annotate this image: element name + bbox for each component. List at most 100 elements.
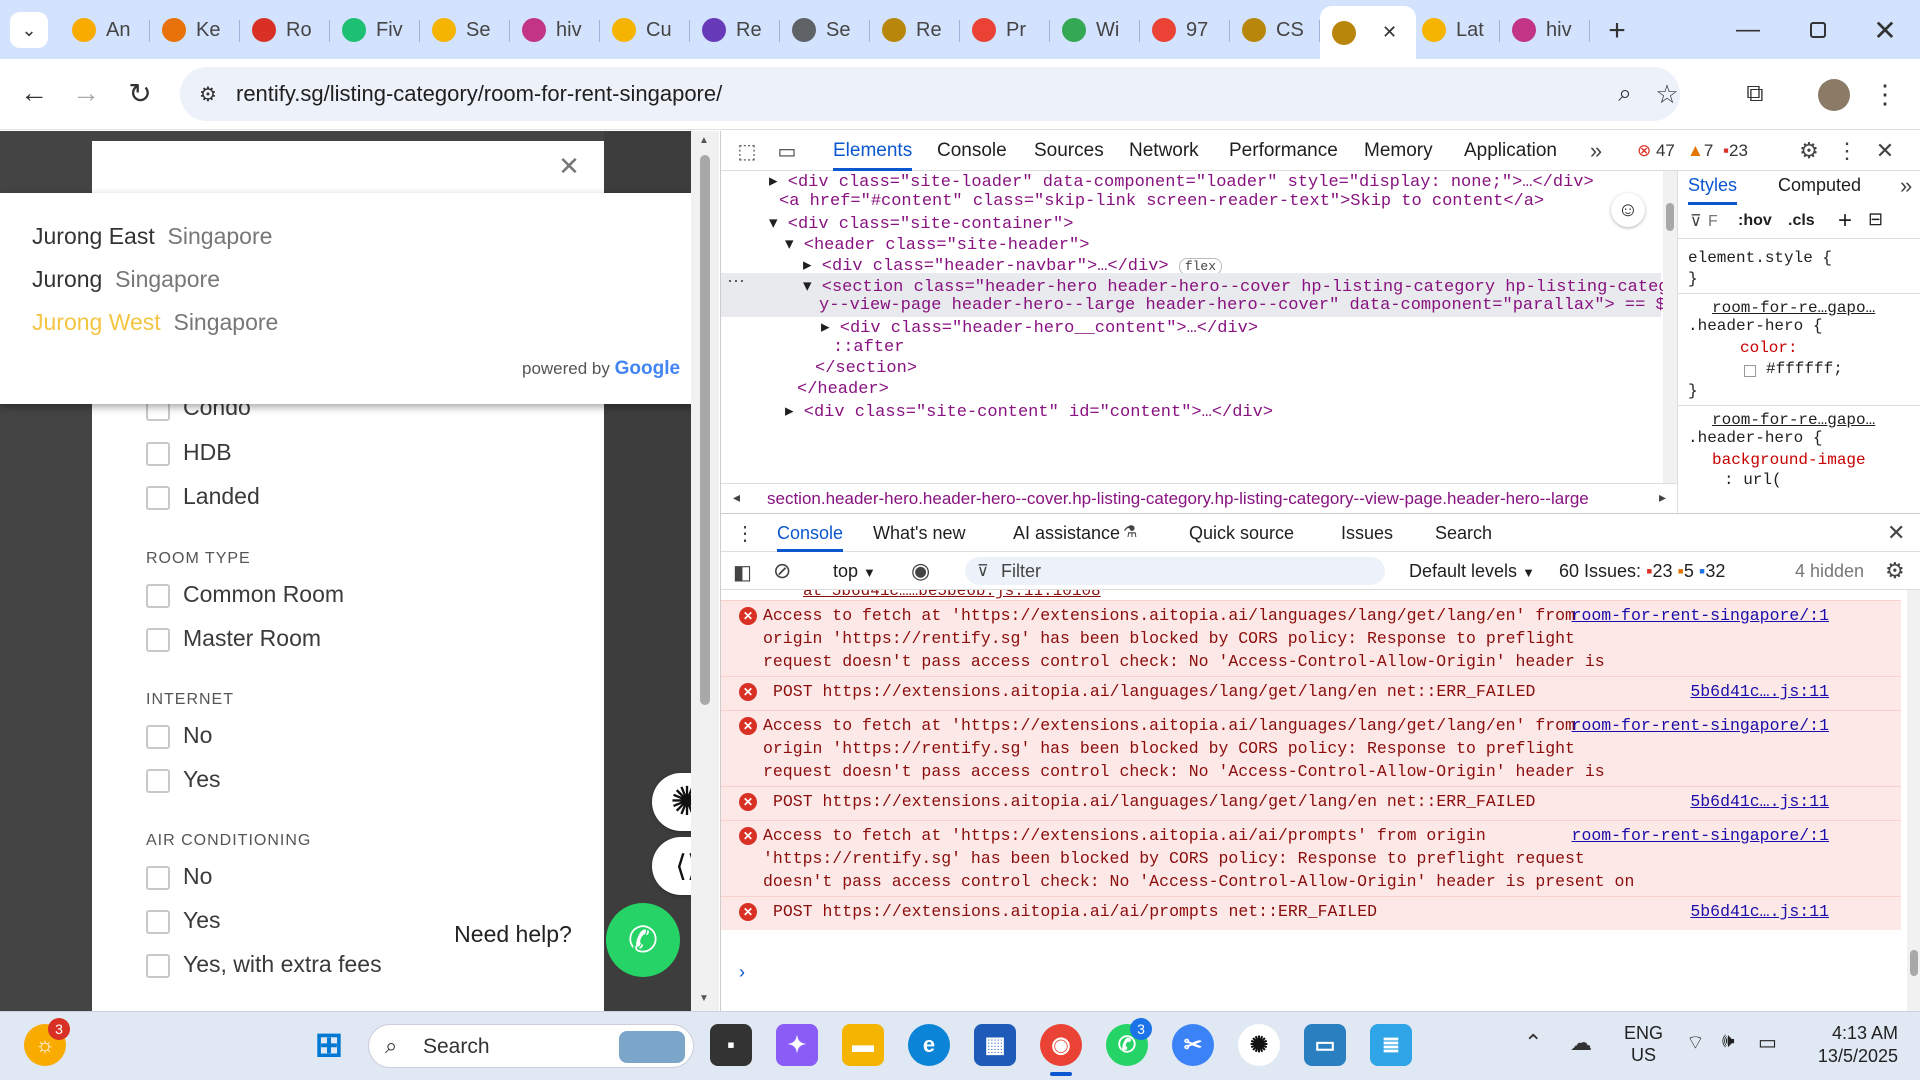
- menu-kebab-icon[interactable]: ⋮: [1870, 77, 1900, 111]
- autocomplete-item[interactable]: Jurong Singapore: [32, 266, 220, 293]
- reload-button[interactable]: ↻: [120, 73, 160, 113]
- taskbar-search-box[interactable]: ⌕ Search: [368, 1024, 694, 1068]
- console-error-row[interactable]: ✕ POST https://extensions.aitopia.ai/lang…: [721, 676, 1901, 710]
- checkbox-internet-no[interactable]: [146, 725, 170, 749]
- console-error-row[interactable]: ✕ POST https://extensions.aitopia.ai/lang…: [721, 786, 1901, 820]
- tab-elements[interactable]: Elements: [833, 131, 913, 171]
- settings-gear-icon[interactable]: ⚙: [1795, 137, 1823, 165]
- checkbox-aircon-no[interactable]: [146, 866, 170, 890]
- rule-selector[interactable]: .header-hero {: [1688, 429, 1822, 447]
- restore-button[interactable]: [1795, 10, 1841, 50]
- add-rule-icon[interactable]: +: [1838, 207, 1852, 235]
- onedrive-icon[interactable]: ☁: [1570, 1030, 1592, 1056]
- store-icon[interactable]: ▦: [974, 1024, 1016, 1066]
- chatgpt-icon[interactable]: ✺: [1238, 1024, 1280, 1066]
- close-modal-button[interactable]: ✕: [554, 151, 584, 181]
- rule-selector[interactable]: .header-hero {: [1688, 317, 1822, 335]
- address-bar[interactable]: ⚙ rentify.sg/listing-category/room-for-r…: [180, 67, 1680, 121]
- checkbox-common-room[interactable]: [146, 584, 170, 608]
- console-source-link[interactable]: 5b6d41c….js:11: [1690, 790, 1829, 813]
- url-text[interactable]: rentify.sg/listing-category/room-for-ren…: [236, 67, 722, 121]
- tray-chevron-icon[interactable]: ⌃: [1524, 1030, 1542, 1056]
- browser-tab[interactable]: hiv: [510, 8, 600, 52]
- copilot-icon[interactable]: ✦: [776, 1024, 818, 1066]
- close-window-button[interactable]: ✕: [1862, 10, 1908, 50]
- checkbox-landed[interactable]: [146, 486, 170, 510]
- tab-search-button[interactable]: ⌄: [10, 12, 48, 48]
- scroll-up-icon[interactable]: ▲: [699, 135, 709, 146]
- device-toolbar-icon[interactable]: ▭: [773, 137, 801, 165]
- console-settings-icon[interactable]: ⚙: [1885, 558, 1905, 584]
- rule-property[interactable]: color:: [1740, 339, 1798, 357]
- page-scrollbar[interactable]: ▲ ▼: [691, 131, 719, 1011]
- dom-node[interactable]: ▾ <header class="site-header">: [785, 234, 1089, 255]
- tab-network[interactable]: Network: [1129, 131, 1199, 171]
- console-prompt-icon[interactable]: ›: [739, 962, 745, 983]
- issue-count-badge[interactable]: ▪23: [1723, 141, 1748, 161]
- styles-filter-input[interactable]: F: [1708, 213, 1718, 231]
- dom-node[interactable]: ▸ <div class="header-hero__content">…</d…: [821, 317, 1258, 338]
- checkbox-master-room[interactable]: [146, 628, 170, 652]
- browser-tab[interactable]: ✕: [1320, 6, 1416, 59]
- tab-performance[interactable]: Performance: [1229, 131, 1338, 171]
- checkbox-internet-yes[interactable]: [146, 769, 170, 793]
- tab-sources[interactable]: Sources: [1034, 131, 1104, 171]
- tab-application[interactable]: Application: [1464, 131, 1557, 171]
- dom-node[interactable]: ▾ <div class="site-container">: [769, 213, 1073, 234]
- console-source-link[interactable]: 5b6d41c….js:11: [1690, 680, 1829, 703]
- browser-tab[interactable]: Pr: [960, 8, 1050, 52]
- scrollbar-thumb[interactable]: [1666, 203, 1674, 231]
- checkbox-hdb[interactable]: [146, 442, 170, 466]
- rule-value[interactable]: #ffffff;: [1766, 360, 1843, 378]
- inspect-element-icon[interactable]: ⬚: [733, 137, 761, 165]
- color-swatch[interactable]: [1744, 365, 1756, 377]
- console-source-link[interactable]: room-for-rent-singapore/:1: [1572, 714, 1829, 737]
- browser-tab[interactable]: Re: [870, 8, 960, 52]
- breadcrumb-left-icon[interactable]: ◂: [733, 489, 740, 506]
- checkbox-aircon-extra[interactable]: [146, 954, 170, 978]
- file-explorer-icon[interactable]: ▬: [842, 1024, 884, 1066]
- tab-console-drawer[interactable]: Console: [777, 514, 844, 552]
- forward-button[interactable]: →: [66, 73, 106, 113]
- cls-toggle[interactable]: .cls: [1788, 212, 1815, 230]
- warning-count-badge[interactable]: ▲7: [1687, 141, 1713, 161]
- console-filter-box[interactable]: ⊽ Filter: [965, 557, 1385, 585]
- snipping-tool-icon[interactable]: ✂: [1172, 1024, 1214, 1066]
- browser-tab[interactable]: Fiv: [330, 8, 420, 52]
- edge-icon[interactable]: e: [908, 1024, 950, 1066]
- need-help-bubble[interactable]: Need help?: [434, 913, 592, 955]
- drawer-menu-icon[interactable]: ⋮: [735, 521, 755, 546]
- toggle-sidebar-icon[interactable]: ⊟: [1868, 209, 1883, 230]
- console-scrollbar[interactable]: [1907, 590, 1920, 1012]
- zoom-icon[interactable]: ⌕: [1610, 79, 1640, 109]
- breadcrumb-right-icon[interactable]: ▸: [1659, 489, 1667, 506]
- error-count-badge[interactable]: ⊗ 47: [1637, 141, 1675, 161]
- dom-node[interactable]: ▸ <div class="site-loader" data-componen…: [769, 171, 1594, 192]
- tab-quick-source[interactable]: Quick source: [1189, 514, 1294, 552]
- accessibility-icon[interactable]: ☺: [1611, 193, 1645, 227]
- scroll-down-icon[interactable]: ▼: [699, 993, 709, 1004]
- rule-source-link[interactable]: room-for-re…gapo…: [1712, 411, 1875, 429]
- close-drawer-icon[interactable]: ✕: [1887, 520, 1905, 546]
- log-levels-select[interactable]: Default levels ▼: [1409, 561, 1535, 582]
- tab-issues[interactable]: Issues: [1341, 514, 1393, 552]
- console-source-link[interactable]: room-for-rent-singapore/:1: [1572, 824, 1829, 847]
- back-button[interactable]: ←: [14, 73, 54, 113]
- avatar[interactable]: [1818, 79, 1850, 111]
- terminal-app-icon[interactable]: ▪: [710, 1024, 752, 1066]
- site-info-icon[interactable]: ⚙: [194, 80, 222, 108]
- browser-tab[interactable]: Se: [420, 8, 510, 52]
- close-tab-icon[interactable]: ✕: [1382, 22, 1397, 43]
- browser-tab[interactable]: Lat: [1410, 8, 1500, 52]
- dom-node[interactable]: ::after: [833, 338, 904, 357]
- console-error-row[interactable]: ✕ Access to fetch at 'https://extensions.…: [721, 710, 1901, 804]
- remote-desktop-icon[interactable]: ▭: [1304, 1024, 1346, 1066]
- more-tabs-icon[interactable]: »: [1900, 173, 1912, 199]
- elements-scrollbar[interactable]: [1663, 171, 1677, 501]
- tab-ai-assistance[interactable]: AI assistance: [1013, 514, 1120, 552]
- browser-tab[interactable]: CS: [1230, 8, 1320, 52]
- scrollbar-thumb[interactable]: [700, 155, 710, 705]
- battery-icon[interactable]: ▭: [1758, 1030, 1777, 1055]
- dom-node-selected[interactable]: ▾ <section class="header-hero header-her…: [803, 276, 1663, 297]
- volume-icon[interactable]: 🕪: [1722, 1030, 1735, 1053]
